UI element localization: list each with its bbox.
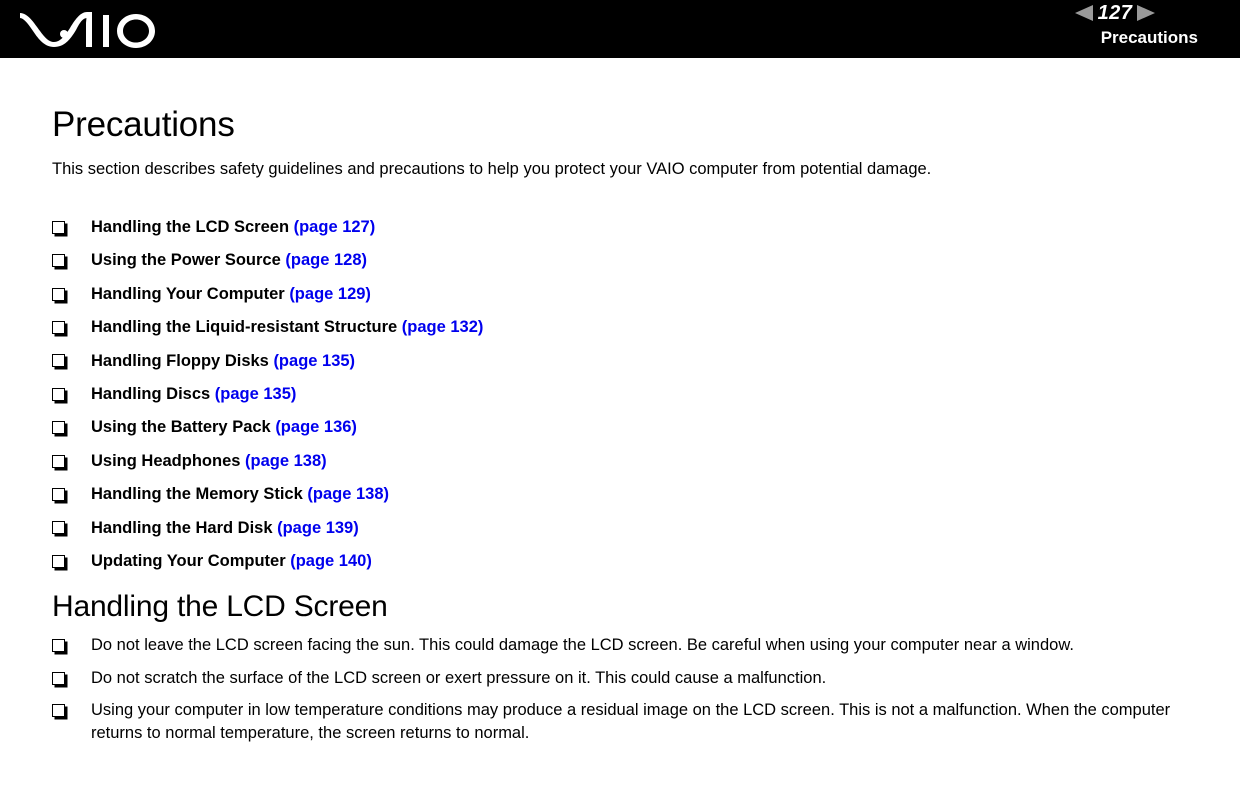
list-item-page-link[interactable]: (page 139) (277, 519, 359, 537)
header-navigation: 127 Precautions (1030, 0, 1200, 58)
list-item-label: Handling the LCD Screen (91, 218, 294, 236)
current-page-number: 127 (1097, 2, 1133, 24)
list-item-label: Handling Your Computer (91, 284, 290, 303)
page-header: 127 Precautions (0, 0, 1240, 58)
square-bullet-icon (52, 454, 65, 468)
list-item-label: Using the Battery Pack (91, 418, 276, 437)
next-page-arrow-icon[interactable] (1137, 5, 1156, 21)
list-item-page-link[interactable]: (page 128) (285, 251, 367, 269)
list-item-label: Handling the Liquid-resistant Structure (91, 318, 402, 337)
list-item-page-link[interactable]: (page 127) (294, 218, 376, 236)
square-bullet-icon (52, 320, 65, 334)
list-item-label: Handling Discs (91, 385, 215, 404)
list-item-label: Handling Floppy Disks (91, 351, 274, 370)
list-item-label: Updating Your Computer (91, 552, 291, 571)
list-item[interactable]: Handling the Memory Stick (page 138) (52, 478, 1200, 511)
square-bullet-icon (52, 671, 65, 685)
list-item[interactable]: Handling the LCD Screen (page 127) (52, 211, 1200, 244)
square-bullet-icon (52, 521, 65, 535)
list-item-label: Handling the Memory Stick (91, 485, 308, 504)
list-item[interactable]: Handling Floppy Disks (page 135) (52, 345, 1200, 378)
list-item-page-link[interactable]: (page 138) (307, 485, 389, 503)
note-text: Do not scratch the surface of the LCD sc… (91, 668, 827, 687)
list-item-label: Using Headphones (91, 451, 246, 470)
list-item-label: Handling the Hard Disk (91, 518, 278, 537)
list-item[interactable]: Updating Your Computer (page 140) (52, 545, 1200, 578)
list-item-label: Using the Power Source (91, 251, 286, 270)
note-text: Using your computer in low temperature c… (91, 701, 1171, 742)
square-bullet-icon (52, 354, 65, 368)
square-bullet-icon (52, 387, 65, 401)
note-text: Do not leave the LCD screen facing the s… (91, 636, 1074, 655)
square-bullet-icon (52, 287, 65, 301)
square-bullet-icon (52, 254, 65, 268)
page-content: Precautions This section describes safet… (0, 105, 1240, 744)
vaio-logo (18, 6, 162, 48)
list-item-page-link[interactable]: (page 138) (245, 452, 327, 470)
page-pager: 127 (1030, 0, 1200, 25)
lcd-notes-list: Do not leave the LCD screen facing the s… (52, 634, 1200, 744)
list-item[interactable]: Handling Discs (page 135) (52, 378, 1200, 411)
list-item: Do not scratch the surface of the LCD sc… (52, 667, 1200, 690)
list-item-page-link[interactable]: (page 140) (290, 552, 372, 570)
list-item: Do not leave the LCD screen facing the s… (52, 634, 1200, 657)
square-bullet-icon (52, 487, 65, 501)
list-item-page-link[interactable]: (page 136) (275, 418, 357, 436)
list-item-page-link[interactable]: (page 129) (289, 285, 371, 303)
header-section-name: Precautions (1100, 28, 1198, 47)
square-bullet-icon (52, 554, 65, 568)
list-item[interactable]: Handling the Liquid-resistant Structure … (52, 311, 1200, 344)
list-item-page-link[interactable]: (page 135) (215, 385, 297, 403)
list-item[interactable]: Handling Your Computer (page 129) (52, 278, 1200, 311)
page-title: Precautions (52, 105, 235, 144)
subsection-title: Handling the LCD Screen (52, 590, 388, 624)
square-bullet-icon (52, 220, 65, 234)
list-item-page-link[interactable]: (page 132) (402, 318, 484, 336)
square-bullet-icon (52, 639, 65, 653)
list-item[interactable]: Using Headphones (page 138) (52, 445, 1200, 478)
precautions-link-list: Handling the LCD Screen (page 127) Using… (52, 211, 1200, 578)
list-item[interactable]: Using the Power Source (page 128) (52, 244, 1200, 277)
list-item[interactable]: Using the Battery Pack (page 136) (52, 411, 1200, 444)
square-bullet-icon (52, 421, 65, 435)
intro-paragraph: This section describes safety guidelines… (52, 160, 932, 178)
square-bullet-icon (52, 704, 65, 718)
list-item: Using your computer in low temperature c… (52, 699, 1200, 744)
previous-page-arrow-icon[interactable] (1074, 5, 1093, 21)
list-item[interactable]: Handling the Hard Disk (page 139) (52, 512, 1200, 545)
list-item-page-link[interactable]: (page 135) (273, 352, 355, 370)
